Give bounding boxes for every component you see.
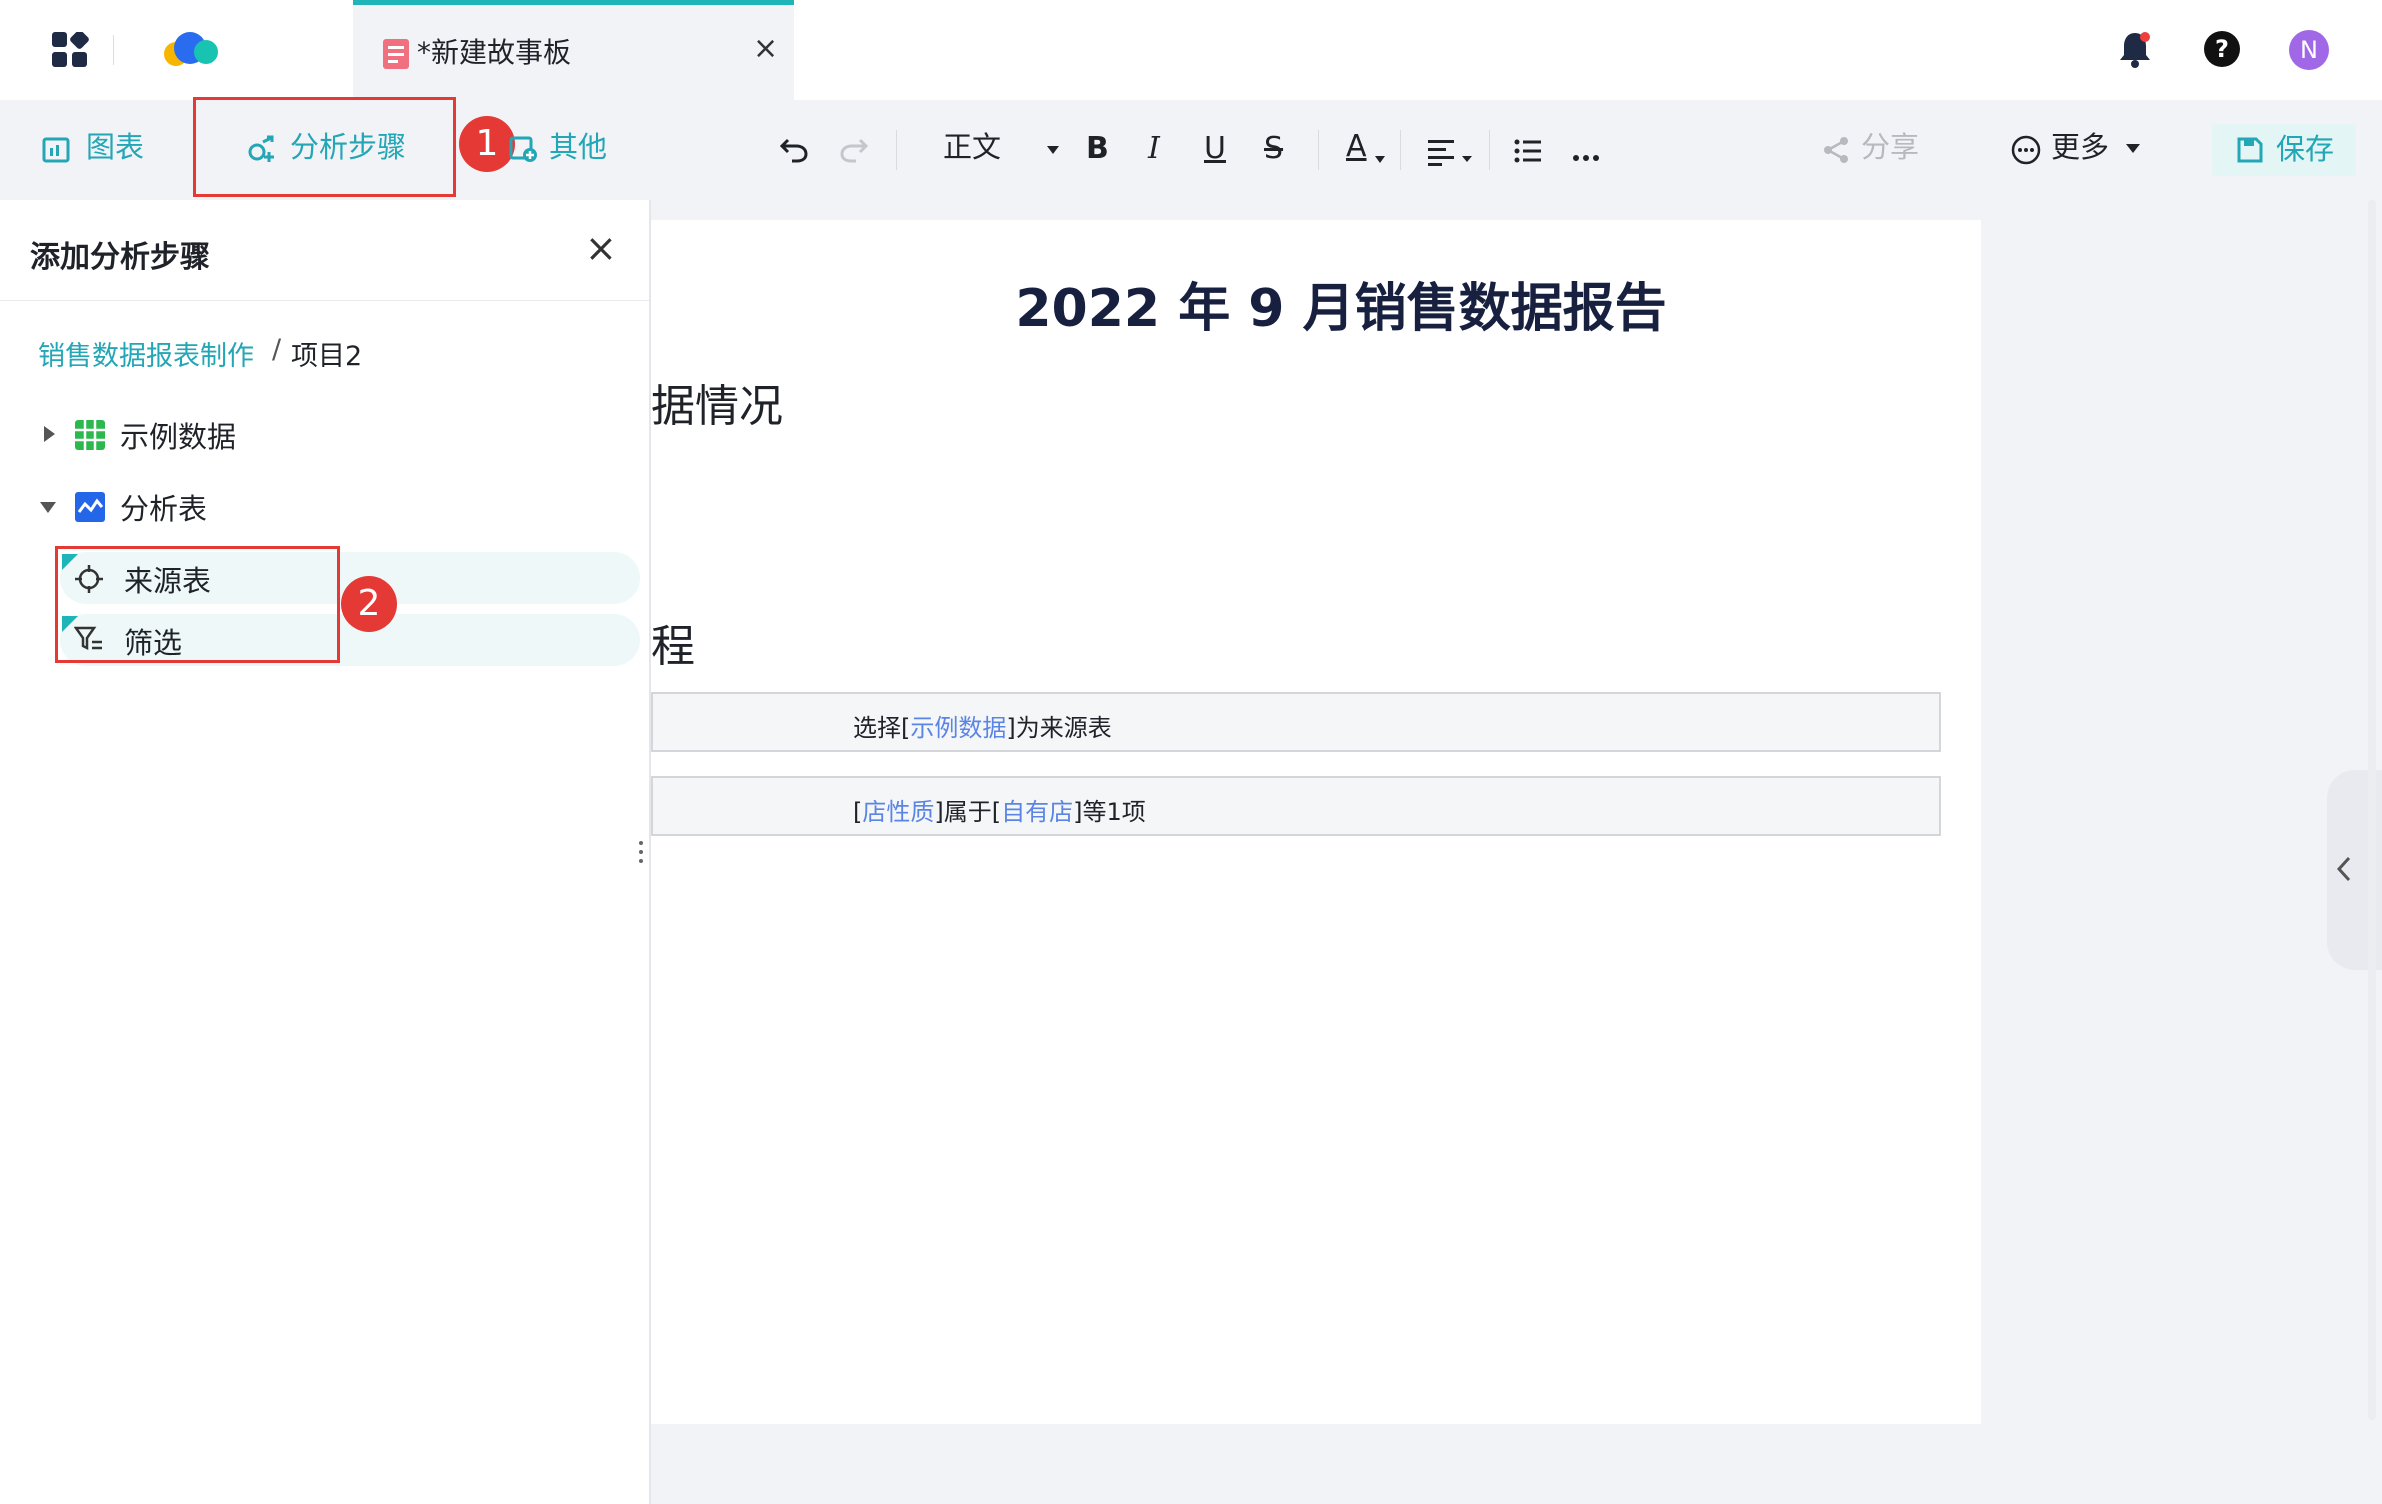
step-link[interactable]: 店性质 <box>862 798 934 826</box>
step-link[interactable]: 示例数据 <box>910 714 1006 742</box>
more-button[interactable]: 更多 <box>2051 133 2109 162</box>
step-text-suffix: ]等1项 <box>1073 798 1146 826</box>
step-text-prefix: [ <box>853 798 863 826</box>
add-analysis-step-panel: 添加分析步骤 × 销售数据报表制作 / 项目2 示例数据 分析表 来源表 筛选 … <box>0 200 651 1504</box>
document-icon <box>383 39 409 73</box>
panel-title: 添加分析步骤 <box>30 240 210 275</box>
story-tab[interactable]: *新建故事板 × <box>353 0 794 100</box>
analysis-table-icon <box>75 492 105 526</box>
step-badge-2: 2 <box>341 576 397 632</box>
analysis-step-card[interactable]: 选择[示例数据]为来源表 <box>651 692 1941 752</box>
story-canvas[interactable]: 2022 年 9 月销售数据报告 据情况 程 选择[示例数据]为来源表 [店性质… <box>651 220 1981 1424</box>
chevron-left-icon <box>2335 854 2355 888</box>
italic-button[interactable]: I <box>1148 134 1160 164</box>
caret-down-icon[interactable] <box>1375 156 1385 163</box>
font-color-button[interactable]: A <box>1346 132 1367 162</box>
tab-title: *新建故事板 <box>417 36 572 69</box>
step-badge-1: 1 <box>459 116 515 172</box>
breadcrumb-item: 项目2 <box>291 341 363 372</box>
bold-button[interactable]: B <box>1086 134 1109 164</box>
avatar-letter: N <box>2300 36 2318 64</box>
highlight-step-items <box>55 546 340 663</box>
chart-icon <box>42 136 72 170</box>
tab-close-icon[interactable]: × <box>753 31 778 66</box>
table-icon <box>75 420 105 454</box>
analysis-step-card[interactable]: [店性质]属于[自有店]等1项 <box>651 776 1941 836</box>
save-button[interactable]: 保存 <box>2212 124 2356 176</box>
breadcrumb-project[interactable]: 销售数据报表制作 <box>38 334 254 373</box>
report-title: 2022 年 9 月销售数据报告 <box>1015 279 1667 339</box>
underline-button[interactable]: U <box>1204 134 1226 164</box>
tree-node-label: 分析表 <box>120 492 208 526</box>
app-logo-icon <box>160 30 224 74</box>
close-icon[interactable]: × <box>585 226 617 270</box>
step-description: 选择[示例数据]为来源表 <box>853 708 1112 743</box>
divider <box>113 35 114 65</box>
chart-button[interactable]: 图表 <box>86 133 144 162</box>
strikethrough-button[interactable]: S <box>1264 134 1283 164</box>
highlight-analysis-step <box>193 97 456 197</box>
text-style-select[interactable]: 正文 <box>943 133 1001 162</box>
undo-icon[interactable] <box>778 134 810 168</box>
vertical-scrollbar[interactable] <box>2368 200 2376 1420</box>
toolbar-separator <box>1489 130 1490 170</box>
share-icon <box>1822 136 1850 168</box>
toolbar-separator <box>896 130 897 170</box>
help-icon[interactable]: ? <box>2203 30 2241 72</box>
svg-text:?: ? <box>2215 35 2229 63</box>
panel-header: 添加分析步骤 × <box>0 200 649 301</box>
user-avatar[interactable]: N <box>2289 30 2329 70</box>
bullet-list-icon[interactable] <box>1514 138 1542 168</box>
step-link[interactable]: 自有店 <box>1001 798 1073 826</box>
caret-down-icon[interactable] <box>2126 144 2140 153</box>
other-button[interactable]: 其他 <box>549 133 607 162</box>
share-button[interactable]: 分享 <box>1861 133 1919 162</box>
caret-down-icon[interactable] <box>1047 146 1059 154</box>
apps-grid-icon[interactable] <box>52 30 90 74</box>
breadcrumb-separator: / <box>272 334 282 365</box>
section-heading-1: 据情况 <box>651 381 783 432</box>
step-text-mid: ]属于[ <box>934 798 1002 826</box>
notification-bell-icon[interactable] <box>2118 30 2152 72</box>
step-text-prefix: 选择[ <box>853 714 911 742</box>
toolbar-separator <box>1318 130 1319 170</box>
redo-icon[interactable] <box>838 134 870 168</box>
step-text-suffix: ]为来源表 <box>1006 714 1112 742</box>
section-heading-2: 程 <box>651 621 695 672</box>
more-options-icon[interactable] <box>1572 147 1600 166</box>
tree-node-label: 示例数据 <box>120 420 237 454</box>
step-description: [店性质]属于[自有店]等1项 <box>853 792 1146 827</box>
resize-handle[interactable] <box>638 840 644 868</box>
toolbar-separator <box>1400 130 1401 170</box>
other-icon <box>509 134 539 168</box>
more-circle-icon <box>2011 135 2041 169</box>
caret-down-icon[interactable] <box>40 502 56 513</box>
save-label: 保存 <box>2276 132 2335 166</box>
align-icon[interactable] <box>1428 138 1476 170</box>
top-bar: *新建故事板 × ? N <box>0 0 2382 100</box>
save-icon <box>2236 136 2264 168</box>
caret-right-icon[interactable] <box>44 426 55 442</box>
